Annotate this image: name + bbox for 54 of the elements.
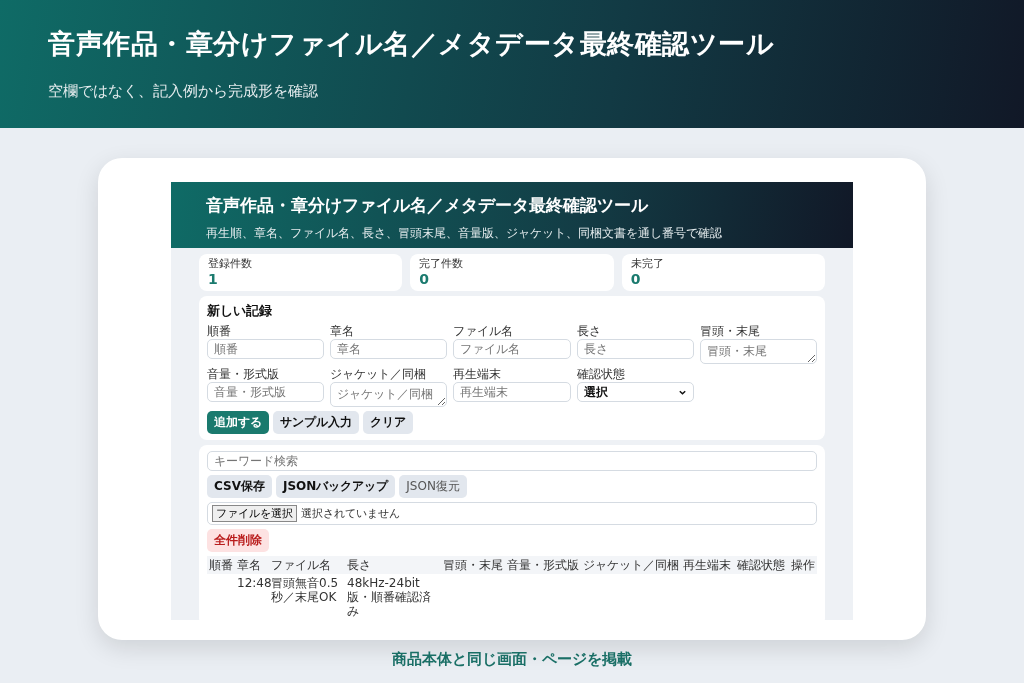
caption: 商品本体と同じ画面・ページを掲載 — [392, 650, 632, 669]
table-cell-text: 冒頭無音0.5秒／末尾OK — [271, 576, 340, 604]
toolbar-button[interactable]: JSON復元 — [399, 475, 467, 498]
input-field[interactable]: 順番 — [207, 339, 325, 359]
input-field[interactable]: 音量・形式版 — [207, 382, 325, 402]
stat-label: 登録件数 — [208, 257, 253, 271]
toolbar-button[interactable]: JSONバックアップ — [275, 475, 396, 498]
file-status: 選択されていません — [301, 506, 400, 521]
text-area[interactable]: 冒頭・末尾 — [699, 339, 817, 364]
add-button[interactable]: 追加する — [207, 411, 269, 434]
page-subtitle: 空欄ではなく、記入例から完成形を確認 — [48, 82, 319, 101]
column-header: 確認状態 — [736, 558, 786, 572]
delete-all-button[interactable]: 全件削除 — [207, 529, 269, 552]
app-title: 音声作品・章分けファイル名／メタデータ最終確認ツール — [206, 194, 650, 217]
column-header: 再生端末 — [682, 558, 732, 572]
field-label: 音量・形式版 — [207, 367, 280, 382]
column-header: 章名 — [236, 558, 262, 572]
table-cell-text: 12:48 — [236, 576, 269, 590]
choose-file-button[interactable]: ファイルを選択 — [212, 505, 297, 522]
stat-label: 完了件数 — [419, 257, 465, 271]
field-label: 確認状態 — [576, 367, 626, 382]
field-label: 冒頭・末尾 — [699, 324, 761, 339]
stat-value: 1 — [208, 271, 219, 288]
input-field[interactable]: 章名 — [330, 339, 448, 359]
input-field[interactable]: 再生端末 — [453, 382, 571, 402]
file-field[interactable]: ファイルを選択 選択されていません — [207, 502, 817, 525]
field-label: 順番 — [207, 324, 232, 339]
stat-value: 0 — [419, 271, 431, 288]
form-title: 新しい記録 — [207, 302, 273, 320]
field-label: 再生端末 — [453, 367, 503, 382]
search-field[interactable]: キーワード検索 — [207, 451, 817, 471]
field-label: ジャケット／同梱 — [330, 367, 428, 382]
input-field[interactable]: 長さ — [576, 339, 694, 359]
column-header: 長さ — [346, 558, 372, 572]
input-field[interactable]: ファイル名 — [453, 339, 571, 359]
status-dropdown[interactable]: 選択 — [576, 382, 694, 402]
stat-label: 未完了 — [630, 257, 665, 271]
toolbar-button[interactable]: CSV保存 — [207, 475, 272, 498]
stat-value: 0 — [630, 271, 642, 288]
app-subtitle: 再生順、章名、ファイル名、長さ、冒頭末尾、音量版、ジャケット、同梱文書を通し番号で確認 — [206, 225, 723, 242]
column-header: ジャケット／同梱 — [582, 558, 680, 572]
page-title: 音声作品・章分けファイル名／メタデータ最終確認ツール — [48, 27, 775, 61]
field-label: ファイル名 — [453, 324, 515, 339]
column-header: 冒頭・末尾 — [442, 558, 504, 572]
form-button[interactable]: サンプル入力 — [273, 411, 359, 434]
table-cell-text: 48kHz-24bit版・順番確認済み — [346, 576, 432, 618]
column-header: ファイル名 — [270, 558, 332, 572]
column-header: 操作 — [790, 558, 816, 572]
column-header: 音量・形式版 — [506, 558, 580, 572]
field-label: 章名 — [330, 324, 356, 339]
field-label: 長さ — [576, 324, 602, 339]
text-area[interactable]: ジャケット／同梱 — [330, 382, 448, 407]
form-button[interactable]: クリア — [363, 411, 413, 434]
column-header: 順番 — [208, 558, 234, 572]
